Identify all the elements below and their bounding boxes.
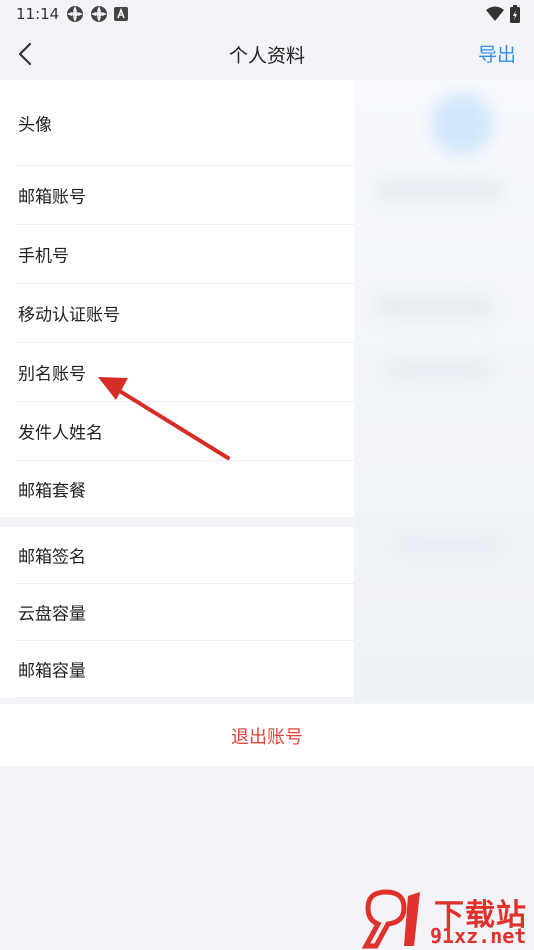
list-item-label: 手机号 [18,246,69,267]
list-item-sender-name[interactable]: 发件人姓名 [16,402,354,461]
export-button[interactable]: 导出 [478,40,516,67]
logout-bar: 退出账号 [0,704,534,766]
title-bar: 个人资料 导出 [0,28,534,80]
list-item-avatar[interactable]: 头像 [16,80,354,166]
watermark-emblem-icon [362,889,420,949]
list-item-alias-account[interactable]: 别名账号 [16,343,354,402]
list-item-mailbox-plan[interactable]: 邮箱套餐 [16,461,354,517]
a-notification-icon [114,7,128,21]
watermark-logo: 下载站 91xz.net [362,888,534,950]
list-item-mailbox-storage[interactable]: 邮箱容量 [16,641,354,698]
list-item-email-signature[interactable]: 邮箱签名 [16,527,354,584]
blurred-background [354,80,534,702]
blurred-avatar [432,94,492,154]
app-notification-icon [67,6,83,22]
list-item-email-account[interactable]: 邮箱账号 [16,166,354,225]
app-notification-icon [91,6,107,22]
status-bar: 11:14 [0,0,534,28]
logout-button[interactable]: 退出账号 [0,723,534,749]
watermark-url: 91xz.net [430,924,527,948]
list-item-phone-number[interactable]: 手机号 [16,225,354,284]
list-item-label: 邮箱套餐 [18,481,86,502]
status-notification-icons [66,5,128,23]
list-item-cloud-storage[interactable]: 云盘容量 [16,584,354,641]
list-item-label: 别名账号 [18,364,86,385]
battery-icon [510,5,520,23]
page-title: 个人资料 [228,45,305,67]
profile-list: 头像 邮箱账号 手机号 移动认证账号 别名账号 发件人姓名 邮箱套餐 邮箱签名 … [0,80,354,698]
list-item-label: 邮箱账号 [18,187,86,208]
status-system-icons [486,5,520,23]
list-item-label: 云盘容量 [18,604,86,625]
list-item-label: 发件人姓名 [18,423,103,444]
section-divider [0,517,354,527]
list-item-label: 头像 [18,115,52,135]
list-item-label: 邮箱容量 [18,661,86,682]
status-time: 11:14 [16,5,60,23]
list-item-label: 邮箱签名 [18,547,86,568]
wifi-icon [486,6,504,21]
list-item-mobile-auth-account[interactable]: 移动认证账号 [16,284,354,343]
list-item-label: 移动认证账号 [18,305,120,326]
